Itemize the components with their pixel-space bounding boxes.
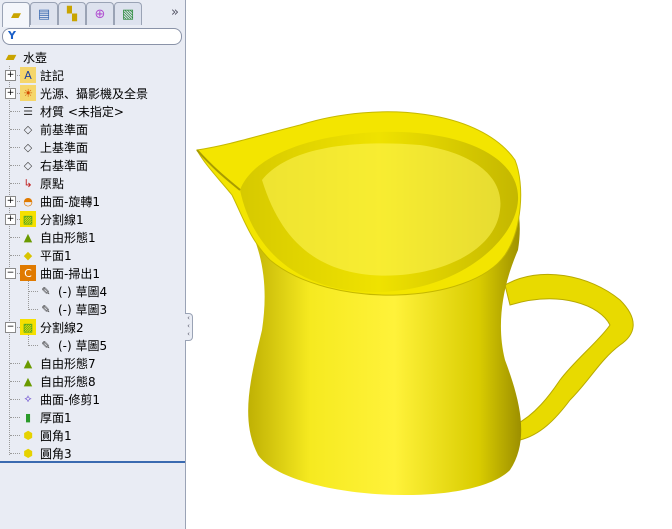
pitcher-handle [504,273,634,441]
pitcher-model[interactable] [0,0,672,529]
